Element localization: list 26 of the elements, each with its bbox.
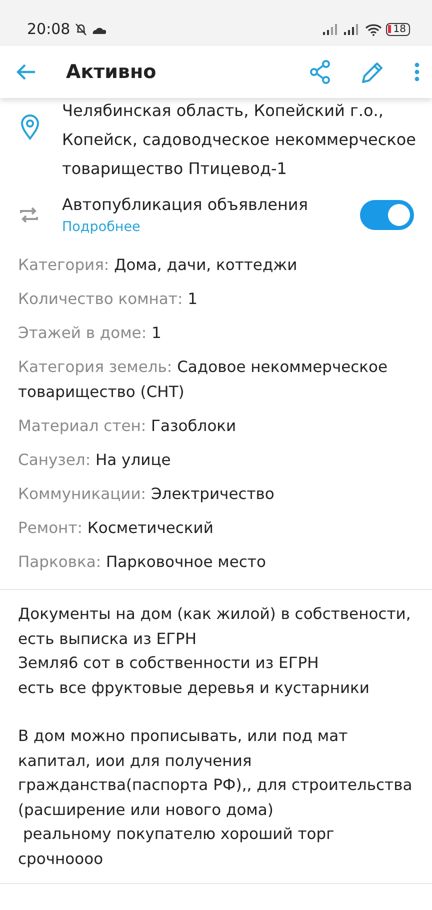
- spec-row-text: Ремонт: Косметический: [18, 518, 214, 540]
- spec-row-text: Санузел: На улице: [18, 450, 172, 472]
- spec-row-text: Материал стен: Газоблоки: [18, 416, 238, 438]
- spec-row-text: Парковка: Парковочное место: [18, 552, 267, 574]
- edit-pencil-icon[interactable]: [361, 60, 384, 84]
- share-icon[interactable]: [309, 60, 331, 84]
- autopublish-toggle[interactable]: [360, 200, 414, 230]
- mute-icon: [74, 22, 88, 36]
- spec-row-text: Коммуникации: Электричество: [18, 484, 276, 506]
- battery-indicator: 18: [386, 22, 410, 36]
- more-info-link[interactable]: Подробнее: [62, 217, 308, 238]
- autopublish-label: Автопубликация объявления: [62, 194, 308, 216]
- spec-row-text: Этажей в доме: 1: [18, 323, 162, 344]
- back-arrow-icon[interactable]: [16, 63, 36, 81]
- wifi-icon: [365, 22, 382, 36]
- spec-row-text: Количество комнат: 1: [18, 289, 198, 310]
- spec-row-text: Категория: Дома, дачи, коттеджи: [18, 255, 298, 276]
- more-menu-icon[interactable]: [414, 62, 420, 82]
- location-pin-icon: [20, 114, 40, 140]
- spec-row-text: Категория земель: Садовое некоммерческое товарищество (СНТ): [18, 357, 389, 404]
- description-paragraph: В дом можно прописывать, или под мат капитал, иои для получения гражданства(паспорта РФ),, для строительства (расширение или нового дома) реальному покупателю хороший торг срочноооо: [18, 726, 414, 870]
- address-text: Челябинская область, Копейский г.о., Копейск, садоводческое некоммерческое товарищество Птицевод-1: [62, 100, 417, 180]
- sync-arrows-icon: [18, 205, 40, 226]
- screen-title: Активно: [66, 60, 156, 85]
- description-paragraph: Документы на дом (как жилой) в собствености, есть выписка из ЕГРН Земля6 сот в собственности из ЕГРН есть все фруктовые деревья и кустарники: [18, 604, 412, 699]
- status-time: 20:08: [27, 18, 70, 40]
